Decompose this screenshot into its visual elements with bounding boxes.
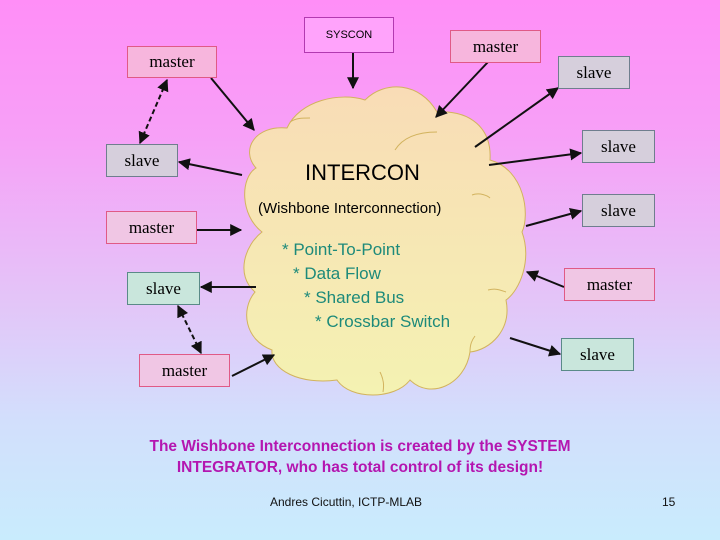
slave-box-left-1: slave: [106, 144, 178, 177]
arrow-master-l4-to-intercon: [231, 354, 276, 377]
arrow-master-tr-to-intercon: [435, 61, 489, 118]
slide: SYSCON master master slave slave slave m…: [0, 0, 720, 540]
arrow-intercon-to-slave-r1: [488, 148, 583, 166]
feature-data-flow: * Data Flow: [293, 264, 381, 283]
feature-point-to-point: * Point-To-Point: [282, 240, 401, 259]
integrator-note-line-2: INTEGRATOR, who has total control of its…: [176, 459, 544, 476]
slave-box-left-3: slave: [127, 272, 200, 305]
slave-box-right-4: slave: [561, 338, 634, 371]
integrator-note: The Wishbone Interconnection is created …: [0, 436, 720, 478]
feature-crossbar-switch: * Crossbar Switch: [315, 312, 451, 331]
intercon-title: INTERCON: [305, 160, 420, 185]
integrator-note-line-1: The Wishbone Interconnection is created …: [149, 438, 571, 455]
master-box-left-4: master: [139, 354, 230, 387]
arrow-intercon-to-slave-tr: [474, 87, 559, 148]
master-box-right-3: master: [564, 268, 655, 301]
arrow-dashed-slave-l3-master-l4: [177, 304, 202, 355]
slave-box-top-right: slave: [558, 56, 630, 89]
master-box-top-right: master: [450, 30, 541, 63]
intercon-subtitle: (Wishbone Interconnection): [258, 200, 442, 217]
arrow-master-r3-to-intercon: [525, 270, 565, 288]
syscon-box: SYSCON: [304, 17, 394, 53]
arrow-intercon-to-slave-r4: [509, 337, 562, 357]
author-footer: Andres Cicuttin, ICTP-MLAB: [270, 495, 423, 509]
arrow-master-tl-to-intercon: [210, 77, 255, 131]
arrow-intercon-to-slave-l1: [177, 158, 243, 176]
slave-box-right-1: slave: [582, 130, 655, 163]
arrow-dashed-master-tl-slave-l1: [138, 78, 169, 145]
feature-shared-bus: * Shared Bus: [304, 288, 405, 307]
master-box-top-left: master: [127, 46, 217, 78]
master-box-left-2: master: [106, 211, 197, 244]
slave-box-right-2: slave: [582, 194, 655, 227]
arrow-intercon-to-slave-r2: [525, 208, 583, 227]
page-number: 15: [662, 495, 676, 509]
